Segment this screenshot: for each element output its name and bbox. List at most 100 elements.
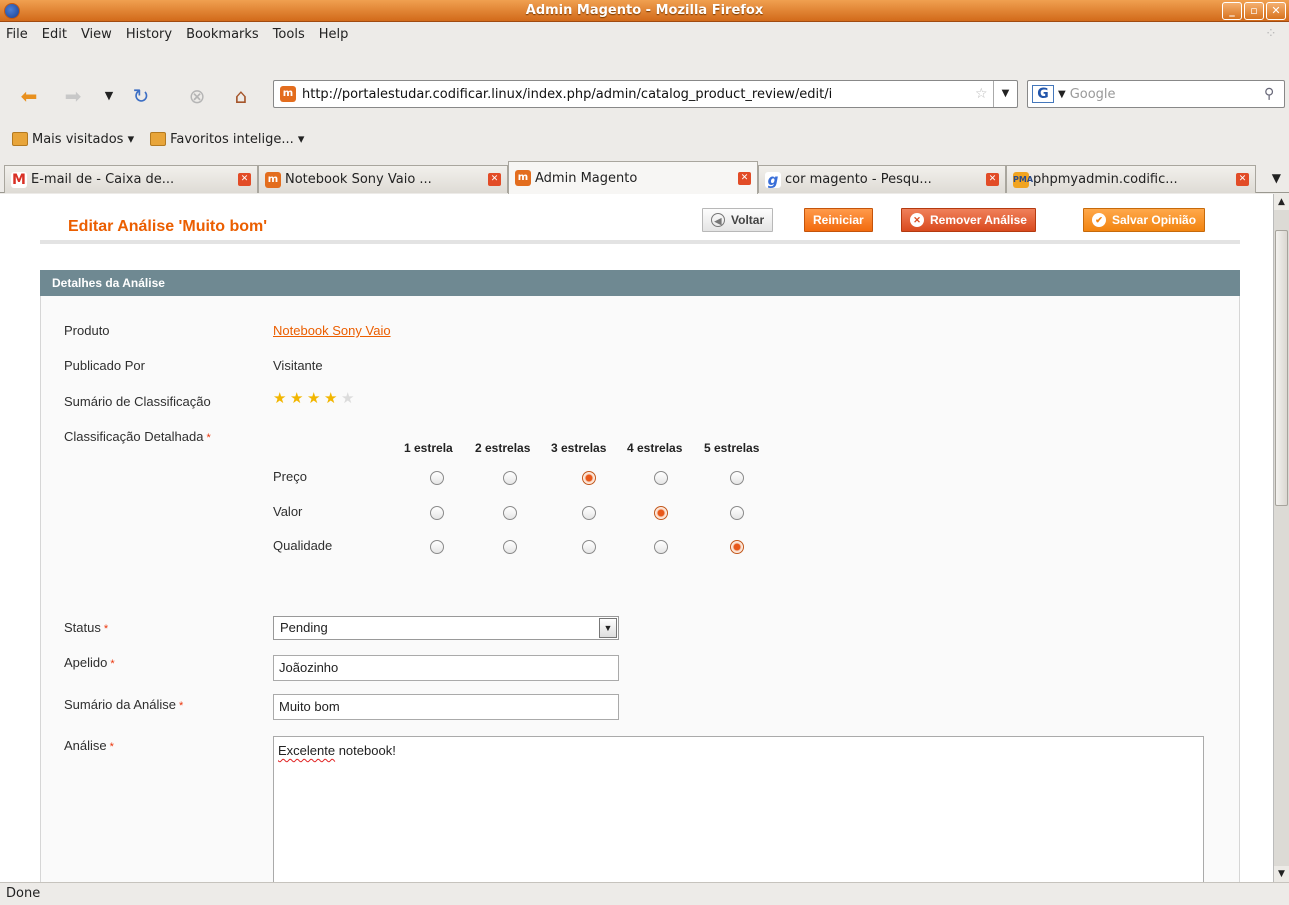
history-dropdown-icon[interactable]: ▼ bbox=[96, 83, 122, 109]
menu-history[interactable]: History bbox=[126, 27, 172, 42]
rating-radio[interactable] bbox=[503, 506, 517, 520]
nickname-input[interactable]: Joãozinho bbox=[273, 655, 619, 681]
nickname-label-text: Apelido bbox=[64, 655, 108, 670]
rating-radio[interactable] bbox=[654, 506, 668, 520]
bookmark-smart-folders[interactable]: Favoritos intelige... ▾ bbox=[150, 132, 304, 147]
search-box[interactable]: G ▼ Google ⚲ bbox=[1027, 80, 1285, 108]
back-arrow-icon[interactable]: ⬅ bbox=[16, 83, 42, 109]
tab-close-icon[interactable]: ✕ bbox=[1236, 173, 1249, 186]
menu-view[interactable]: View bbox=[81, 27, 112, 42]
rating-radio[interactable] bbox=[430, 506, 444, 520]
scrollbar-thumb[interactable] bbox=[1275, 230, 1288, 506]
stop-icon[interactable]: ⊗ bbox=[184, 83, 210, 109]
rating-radio[interactable] bbox=[582, 506, 596, 520]
url-dropdown-icon[interactable]: ▼ bbox=[993, 81, 1017, 107]
status-label-text: Status bbox=[64, 620, 101, 635]
star-icon: ★ bbox=[341, 390, 355, 407]
tab-phpmyadmin[interactable]: PMA phpmyadmin.codific... ✕ bbox=[1006, 165, 1256, 193]
star-icon: ★ bbox=[307, 390, 321, 407]
rating-column-header: 5 estrelas bbox=[704, 441, 760, 455]
back-button-label: Voltar bbox=[731, 213, 765, 227]
review-summary-label: Sumário da Análise * bbox=[64, 697, 183, 712]
minimize-button[interactable]: _ bbox=[1222, 2, 1242, 20]
tab-close-icon[interactable]: ✕ bbox=[986, 173, 999, 186]
reload-icon[interactable]: ↻ bbox=[128, 83, 154, 109]
product-link[interactable]: Notebook Sony Vaio bbox=[273, 323, 391, 338]
scroll-down-arrow-icon[interactable]: ▼ bbox=[1274, 866, 1289, 882]
required-mark: * bbox=[109, 741, 114, 753]
tab-email[interactable]: M E-mail de - Caixa de... ✕ bbox=[4, 165, 258, 193]
menu-tools[interactable]: Tools bbox=[273, 27, 305, 42]
review-summary-input[interactable]: Muito bom bbox=[273, 694, 619, 720]
bookmark-star-icon[interactable]: ☆ bbox=[975, 86, 993, 102]
rating-row-label: Preço bbox=[273, 469, 307, 484]
checkmark-icon: ✔ bbox=[1092, 213, 1106, 227]
review-label: Análise * bbox=[64, 738, 114, 753]
menu-edit[interactable]: Edit bbox=[42, 27, 67, 42]
menu-help[interactable]: Help bbox=[319, 27, 349, 42]
detailed-rating-label: Classificação Detalhada * bbox=[64, 429, 211, 444]
review-textarea[interactable]: Excelente notebook! bbox=[273, 736, 1204, 882]
summary-rating-stars: ★ ★ ★ ★ ★ bbox=[273, 391, 358, 406]
back-button[interactable]: ◀ Voltar bbox=[702, 208, 774, 232]
tab-google-search[interactable]: g cor magento - Pesqu... ✕ bbox=[758, 165, 1006, 193]
url-text[interactable]: http://portalestudar.codificar.linux/ind… bbox=[302, 87, 975, 102]
reset-button[interactable]: Reiniciar bbox=[804, 208, 873, 232]
vertical-scrollbar[interactable]: ▲ ▼ bbox=[1273, 194, 1289, 882]
home-icon[interactable]: ⌂ bbox=[228, 83, 254, 109]
url-bar[interactable]: m http://portalestudar.codificar.linux/i… bbox=[273, 80, 1018, 108]
throbber-icon: ⁘ bbox=[1265, 26, 1277, 42]
bookmark-label: Mais visitados ▾ bbox=[32, 131, 135, 147]
rating-radio[interactable] bbox=[430, 540, 444, 554]
tab-close-icon[interactable]: ✕ bbox=[238, 173, 251, 186]
scroll-up-arrow-icon[interactable]: ▲ bbox=[1274, 194, 1289, 210]
required-mark: * bbox=[110, 658, 115, 670]
rating-radio[interactable] bbox=[730, 471, 744, 485]
bookmark-most-visited[interactable]: Mais visitados ▾ bbox=[12, 132, 134, 147]
rating-column-header: 4 estrelas bbox=[627, 441, 683, 455]
tab-admin-magento[interactable]: m Admin Magento ✕ bbox=[508, 161, 758, 194]
search-input[interactable]: Google bbox=[1070, 87, 1264, 102]
rating-row-label: Valor bbox=[273, 504, 303, 519]
nickname-label: Apelido * bbox=[64, 655, 115, 670]
folder-icon bbox=[150, 132, 167, 146]
tab-list-arrow-icon[interactable]: ▼ bbox=[1272, 171, 1281, 185]
rating-radio[interactable] bbox=[582, 471, 596, 485]
detailed-rating-text: Classificação Detalhada bbox=[64, 429, 204, 444]
required-mark: * bbox=[206, 432, 211, 444]
star-icon: ★ bbox=[290, 390, 304, 407]
select-arrow-icon[interactable]: ▼ bbox=[599, 618, 617, 638]
review-text: notebook! bbox=[335, 743, 396, 758]
rating-radio[interactable] bbox=[654, 540, 668, 554]
rating-radio[interactable] bbox=[503, 471, 517, 485]
product-link-text[interactable]: Notebook Sony Vaio bbox=[273, 323, 391, 338]
status-select[interactable]: Pending ▼ bbox=[273, 616, 619, 640]
rating-radio[interactable] bbox=[730, 506, 744, 520]
rating-radio[interactable] bbox=[430, 471, 444, 485]
forward-arrow-icon[interactable]: ➡ bbox=[60, 83, 86, 109]
delete-review-button[interactable]: ✕ Remover Análise bbox=[901, 208, 1036, 232]
delete-x-icon: ✕ bbox=[910, 213, 924, 227]
tab-close-icon[interactable]: ✕ bbox=[488, 173, 501, 186]
star-icon: ★ bbox=[324, 390, 338, 407]
tab-label: Admin Magento bbox=[535, 170, 638, 186]
search-engine-dropdown-icon[interactable]: ▼ bbox=[1058, 89, 1066, 100]
required-mark: * bbox=[179, 700, 184, 712]
rating-radio[interactable] bbox=[582, 540, 596, 554]
gmail-icon: M bbox=[11, 171, 27, 188]
tab-notebook[interactable]: m Notebook Sony Vaio ... ✕ bbox=[258, 165, 508, 193]
tab-close-icon[interactable]: ✕ bbox=[738, 171, 751, 185]
menu-file[interactable]: File bbox=[6, 27, 28, 42]
posted-by-value: Visitante bbox=[273, 358, 323, 373]
tab-label: phpmyadmin.codific... bbox=[1033, 172, 1178, 187]
rating-radio[interactable] bbox=[654, 471, 668, 485]
maximize-button[interactable]: ▫ bbox=[1244, 2, 1264, 20]
save-review-button[interactable]: ✔ Salvar Opinião bbox=[1083, 208, 1206, 232]
menu-bookmarks[interactable]: Bookmarks bbox=[186, 27, 259, 42]
rating-radio[interactable] bbox=[730, 540, 744, 554]
window-controls: _ ▫ ✕ bbox=[1222, 2, 1286, 20]
search-magnifier-icon[interactable]: ⚲ bbox=[1264, 86, 1284, 102]
google-engine-icon[interactable]: G bbox=[1032, 85, 1054, 103]
rating-radio[interactable] bbox=[503, 540, 517, 554]
close-window-button[interactable]: ✕ bbox=[1266, 2, 1286, 20]
